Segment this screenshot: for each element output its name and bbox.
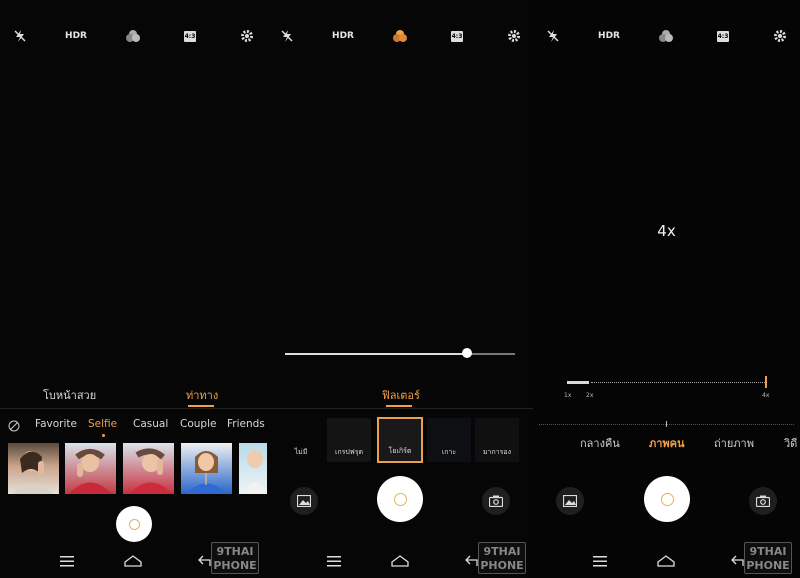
mode-portrait[interactable]: ภาพคน: [649, 434, 685, 452]
active-category-dot: [102, 434, 105, 437]
divider: [0, 408, 267, 409]
aspect-ratio-button[interactable]: 4:3: [713, 24, 733, 48]
filter-intensity-track[interactable]: [285, 348, 515, 358]
zoom-label-1x[interactable]: 1x: [564, 392, 571, 399]
none-icon[interactable]: [8, 417, 20, 432]
pose-thumbnail[interactable]: [181, 443, 232, 494]
home-icon[interactable]: [124, 553, 142, 569]
menu-icon[interactable]: [325, 553, 343, 569]
mode-night[interactable]: กลางคืน: [580, 434, 620, 452]
camera-panel-zoom: HDR 4:3 4x 1x 2x 4x กลางคืน ภาพคน ถ่ายภา…: [533, 0, 800, 578]
switch-camera-button[interactable]: [749, 487, 777, 515]
aspect-ratio-label: 4:3: [451, 30, 463, 42]
watermark-line1: 9THAI: [216, 545, 254, 558]
top-toolbar: HDR 4:3: [0, 24, 267, 48]
pose-thumbnail[interactable]: [239, 443, 267, 494]
gear-icon[interactable]: [503, 24, 525, 48]
camera-panel-beauty-pose: HDR 4:3 โบหน้าสวย ท่าทาง Favorite Selfie…: [0, 0, 267, 578]
flash-off-icon[interactable]: [277, 24, 297, 48]
watermark-logo: 9THAI PHONE: [211, 542, 259, 574]
camera-panel-filter: HDR 4:3 ฟิลเตอร์ ไม่มี เกรปฟรุต โยเกิร์ต…: [267, 0, 533, 578]
watermark-line2: PHONE: [480, 559, 524, 572]
switch-camera-icon: [489, 495, 503, 507]
filter-intensity-knob[interactable]: [461, 348, 472, 358]
divider: [267, 408, 533, 409]
home-icon[interactable]: [657, 553, 675, 569]
home-icon[interactable]: [391, 553, 409, 569]
gear-icon[interactable]: [236, 24, 258, 48]
pose-thumbnail[interactable]: [65, 443, 116, 494]
zoom-label-4x[interactable]: 4x: [762, 392, 769, 399]
filter-grapefruit[interactable]: เกรปฟรุต: [327, 418, 371, 462]
shutter-ring: [660, 492, 674, 506]
mode-video[interactable]: วิดี: [784, 434, 797, 452]
watermark-line1: 9THAI: [483, 545, 521, 558]
flash-off-icon[interactable]: [10, 24, 30, 48]
color-filter-icon[interactable]: [655, 24, 677, 48]
menu-icon[interactable]: [591, 553, 609, 569]
shutter-ring: [128, 518, 140, 530]
active-tab-underline: [188, 405, 214, 407]
watermark-logo: 9THAI PHONE: [478, 542, 526, 574]
tab-filter[interactable]: ฟิลเตอร์: [382, 386, 420, 404]
top-toolbar: HDR 4:3: [267, 24, 533, 48]
shutter-button[interactable]: [377, 476, 423, 522]
category-selfie[interactable]: Selfie: [88, 418, 117, 430]
zoom-slider[interactable]: [567, 376, 767, 388]
hdr-button[interactable]: HDR: [60, 24, 92, 48]
zoom-label-2x[interactable]: 2x: [586, 392, 593, 399]
pose-thumbnail[interactable]: [8, 443, 59, 494]
zoom-slider-base: [567, 381, 589, 384]
tab-beauty[interactable]: โบหน้าสวย: [43, 386, 96, 404]
category-couple[interactable]: Couple: [180, 418, 216, 430]
zoom-slider-ticks: [591, 382, 765, 384]
hdr-button[interactable]: HDR: [593, 24, 625, 48]
switch-camera-button[interactable]: [482, 487, 510, 515]
active-tab-underline: [386, 405, 412, 407]
gallery-icon: [563, 495, 577, 507]
aspect-ratio-label: 4:3: [184, 30, 196, 42]
watermark-line2: PHONE: [213, 559, 257, 572]
filter-yogurt-selected[interactable]: โยเกิร์ต: [377, 417, 423, 463]
watermark-line1: 9THAI: [749, 545, 787, 558]
watermark-logo: 9THAI PHONE: [744, 542, 792, 574]
zoom-level-display: 4x: [657, 222, 676, 240]
gallery-button[interactable]: [290, 487, 318, 515]
flash-off-icon[interactable]: [543, 24, 563, 48]
category-favorite[interactable]: Favorite: [35, 418, 77, 430]
mode-ruler-center: [666, 421, 667, 427]
shutter-button[interactable]: [644, 476, 690, 522]
shutter-button[interactable]: [116, 506, 152, 542]
gallery-button[interactable]: [556, 487, 584, 515]
tab-pose[interactable]: ท่าทาง: [186, 386, 218, 404]
aspect-ratio-button[interactable]: 4:3: [447, 24, 467, 48]
category-casual[interactable]: Casual: [133, 418, 168, 430]
gear-icon[interactable]: [769, 24, 791, 48]
gallery-icon: [297, 495, 311, 507]
filter-intensity-fill: [285, 353, 467, 355]
top-toolbar: HDR 4:3: [533, 24, 800, 48]
color-filter-icon[interactable]: [122, 24, 144, 48]
menu-icon[interactable]: [58, 553, 76, 569]
color-filter-icon[interactable]: [389, 24, 411, 48]
switch-camera-icon: [756, 495, 770, 507]
zoom-slider-handle[interactable]: [765, 376, 767, 388]
filter-none[interactable]: ไม่มี: [279, 418, 323, 462]
aspect-ratio-label: 4:3: [717, 30, 729, 42]
filter-island[interactable]: เกาะ: [427, 418, 471, 462]
filter-macaron[interactable]: มาการอง: [475, 418, 519, 462]
aspect-ratio-button[interactable]: 4:3: [180, 24, 200, 48]
mode-photo[interactable]: ถ่ายภาพ: [714, 434, 754, 452]
pose-thumbnail[interactable]: [123, 443, 174, 494]
hdr-button[interactable]: HDR: [327, 24, 359, 48]
shutter-ring: [393, 492, 407, 506]
watermark-line2: PHONE: [746, 559, 790, 572]
category-friends[interactable]: Friends: [227, 418, 265, 430]
